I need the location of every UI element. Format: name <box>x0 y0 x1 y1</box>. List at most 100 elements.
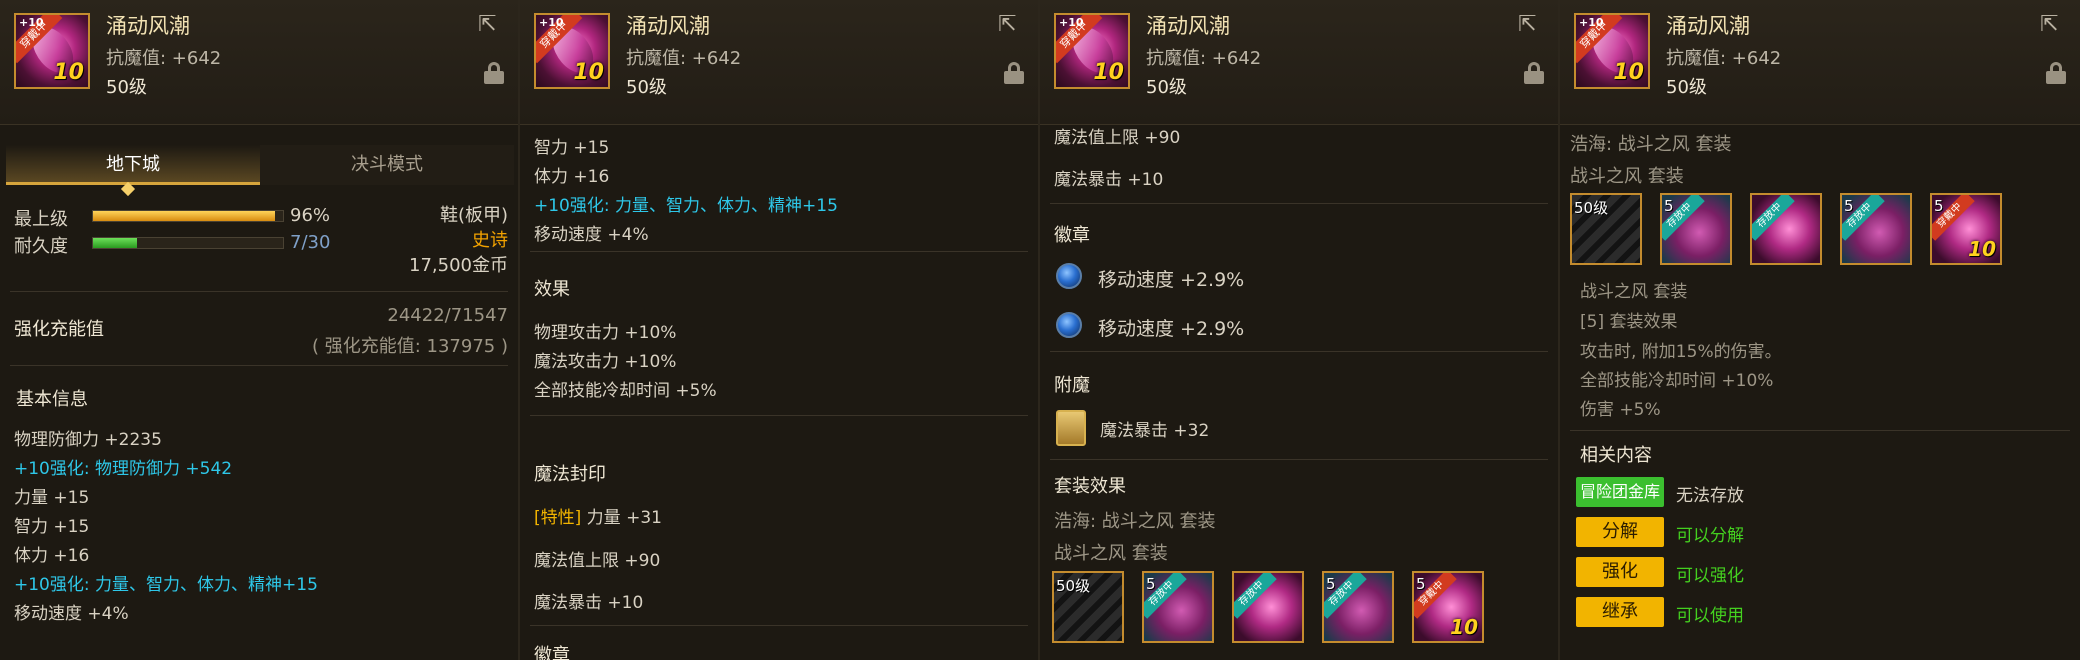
effect-line: 物理攻击力 +10% <box>534 323 677 343</box>
durability-bar <box>92 237 284 249</box>
tab-dungeon[interactable]: 地下城 <box>6 145 260 185</box>
share-icon[interactable]: ⇱ <box>2040 14 2066 36</box>
set-name: 战斗之风 套装 <box>1580 282 1688 302</box>
action-desc: 无法存放 <box>1676 486 1744 506</box>
stat-line: 物理防御力 +2235 <box>14 430 162 450</box>
stat-line: 体力 +16 <box>14 546 90 566</box>
seal-line: 魔法值上限 +90 <box>1054 128 1181 148</box>
emblem-icon[interactable] <box>1056 263 1082 289</box>
stat-line: 力量 +15 <box>14 488 90 508</box>
item-stat: 抗魔值: +642 <box>106 48 222 69</box>
action-desc: 可以使用 <box>1676 606 1744 626</box>
charge-value: 24422/71547 <box>387 305 508 326</box>
item-header: 穿戴中 +10 10 涌动风潮 抗魔值: +642 50级 ⇱ <box>1560 0 2080 125</box>
charge-label: 强化充能值 <box>14 319 104 340</box>
charge-sub: ( 强化充能值: 137975 ) <box>312 336 508 357</box>
set-effect-title: [5] 套装效果 <box>1580 312 1678 332</box>
tooltip-panel-1: 穿戴中 +10 10 涌动风潮 抗魔值: +642 50级 ⇱ 地下城 决斗模式… <box>0 0 520 660</box>
upgrade-number: 10 <box>1613 60 1644 85</box>
divider <box>530 251 1028 252</box>
set-item-icon[interactable]: 5 存放中 <box>1840 193 1912 265</box>
lock-icon[interactable] <box>1524 62 1544 84</box>
set-item-icon[interactable]: 5 存放中 <box>1322 571 1394 643</box>
grade-label: 最上级 <box>14 209 68 230</box>
lock-icon[interactable] <box>2046 62 2066 84</box>
divider <box>10 291 508 292</box>
set-effect-line: 伤害 +5% <box>1580 400 1661 420</box>
stat-line: +10强化: 力量、智力、体力、精神+15 <box>14 575 318 595</box>
set-item-label: 50级 <box>1574 199 1609 217</box>
set-item-icon[interactable]: 存放中 <box>1232 571 1304 643</box>
action-desc: 可以分解 <box>1676 526 1744 546</box>
share-icon[interactable]: ⇱ <box>998 14 1024 36</box>
item-level: 50级 <box>626 77 667 98</box>
item-stat: 抗魔值: +642 <box>626 48 742 69</box>
action-button[interactable]: 强化 <box>1576 557 1664 587</box>
action-button[interactable]: 继承 <box>1576 597 1664 627</box>
set-line: 战斗之风 套装 <box>1570 166 1684 187</box>
item-level: 50级 <box>106 77 147 98</box>
share-icon[interactable]: ⇱ <box>1518 14 1544 36</box>
seal-line: 魔法暴击 +10 <box>534 593 644 613</box>
item-name: 涌动风潮 <box>106 14 190 38</box>
divider <box>1050 459 1548 460</box>
set-item-icon[interactable]: 50级 <box>1052 571 1124 643</box>
enchant-card-icon[interactable] <box>1056 410 1086 446</box>
item-name: 涌动风潮 <box>1146 14 1230 38</box>
item-level: 50级 <box>1666 77 1707 98</box>
grade-value: 96% <box>290 205 331 226</box>
item-icon[interactable]: 穿戴中 +10 10 <box>14 13 90 89</box>
divider <box>1050 351 1548 352</box>
item-header: 穿戴中 +10 10 涌动风潮 抗魔值: +642 50级 ⇱ <box>0 0 518 125</box>
lock-icon[interactable] <box>484 62 504 84</box>
seal-trait-tag: [特性] <box>534 508 582 528</box>
tooltip-panel-3: 穿戴中 +10 10 涌动风潮 抗魔值: +642 50级 ⇱ 魔法值上限 +9… <box>1040 0 1560 660</box>
item-stat: 抗魔值: +642 <box>1146 48 1262 69</box>
set-item-icon[interactable]: 50级 <box>1570 193 1642 265</box>
set-item-icon[interactable]: 5 存放中 <box>1142 571 1214 643</box>
item-stat: 抗魔值: +642 <box>1666 48 1782 69</box>
set-item-label: 50级 <box>1056 577 1091 595</box>
set-item-icon[interactable]: 存放中 <box>1750 193 1822 265</box>
set-item-icon[interactable]: 5 穿戴中 10 <box>1412 571 1484 643</box>
item-type: 鞋(板甲) <box>439 205 508 226</box>
upgrade-mark: +10 <box>1579 16 1604 29</box>
emblem-title: 徽章 <box>1054 225 1090 246</box>
item-icon[interactable]: 穿戴中 +10 10 <box>1054 13 1130 89</box>
stat-line: 移动速度 +4% <box>14 604 129 624</box>
upgrade-number: 10 <box>53 60 84 85</box>
lock-icon[interactable] <box>1004 62 1024 84</box>
action-button[interactable]: 冒险团金库 <box>1576 477 1664 507</box>
set-line: 浩海: 战斗之风 套装 <box>1054 511 1216 532</box>
stat-line: 智力 +15 <box>14 517 90 537</box>
action-desc: 可以强化 <box>1676 566 1744 586</box>
set-item-upgrade: 10 <box>1968 237 1996 261</box>
item-icon[interactable]: 穿戴中 +10 10 <box>1574 13 1650 89</box>
set-item-upgrade: 10 <box>1450 615 1478 639</box>
item-header: 穿戴中 +10 10 涌动风潮 抗魔值: +642 50级 ⇱ <box>1040 0 1558 125</box>
emblem-icon[interactable] <box>1056 312 1082 338</box>
upgrade-mark: +10 <box>1059 16 1084 29</box>
effect-line: 魔法攻击力 +10% <box>534 352 677 372</box>
emblem-stat: 移动速度 +2.9% <box>1098 269 1245 291</box>
set-item-status: 存放中 <box>1234 573 1277 619</box>
divider <box>530 415 1028 416</box>
enchant-stat: 魔法暴击 +32 <box>1100 421 1210 441</box>
item-icon[interactable]: 穿戴中 +10 10 <box>534 13 610 89</box>
set-item-icon[interactable]: 5 穿戴中 10 <box>1930 193 2002 265</box>
tooltip-panel-4: 穿戴中 +10 10 涌动风潮 抗魔值: +642 50级 ⇱ 浩海: 战斗之风… <box>1560 0 2080 660</box>
tab-pvp[interactable]: 决斗模式 <box>260 145 514 185</box>
set-line: 战斗之风 套装 <box>1054 543 1168 564</box>
item-name: 涌动风潮 <box>626 14 710 38</box>
item-rarity: 史诗 <box>472 230 508 251</box>
divider <box>10 365 508 366</box>
set-effect-line: 全部技能冷却时间 +10% <box>1580 371 1774 391</box>
set-item-icon[interactable]: 5 存放中 <box>1660 193 1732 265</box>
share-icon[interactable]: ⇱ <box>478 14 504 36</box>
item-header: 穿戴中 +10 10 涌动风潮 抗魔值: +642 50级 ⇱ <box>520 0 1038 125</box>
action-button[interactable]: 分解 <box>1576 517 1664 547</box>
seal-title: 魔法封印 <box>534 464 606 485</box>
tooltip-panel-2: 穿戴中 +10 10 涌动风潮 抗魔值: +642 50级 ⇱ 智力 +15 体力… <box>520 0 1040 660</box>
stat-line: 体力 +16 <box>534 167 610 187</box>
divider <box>1570 430 2070 431</box>
